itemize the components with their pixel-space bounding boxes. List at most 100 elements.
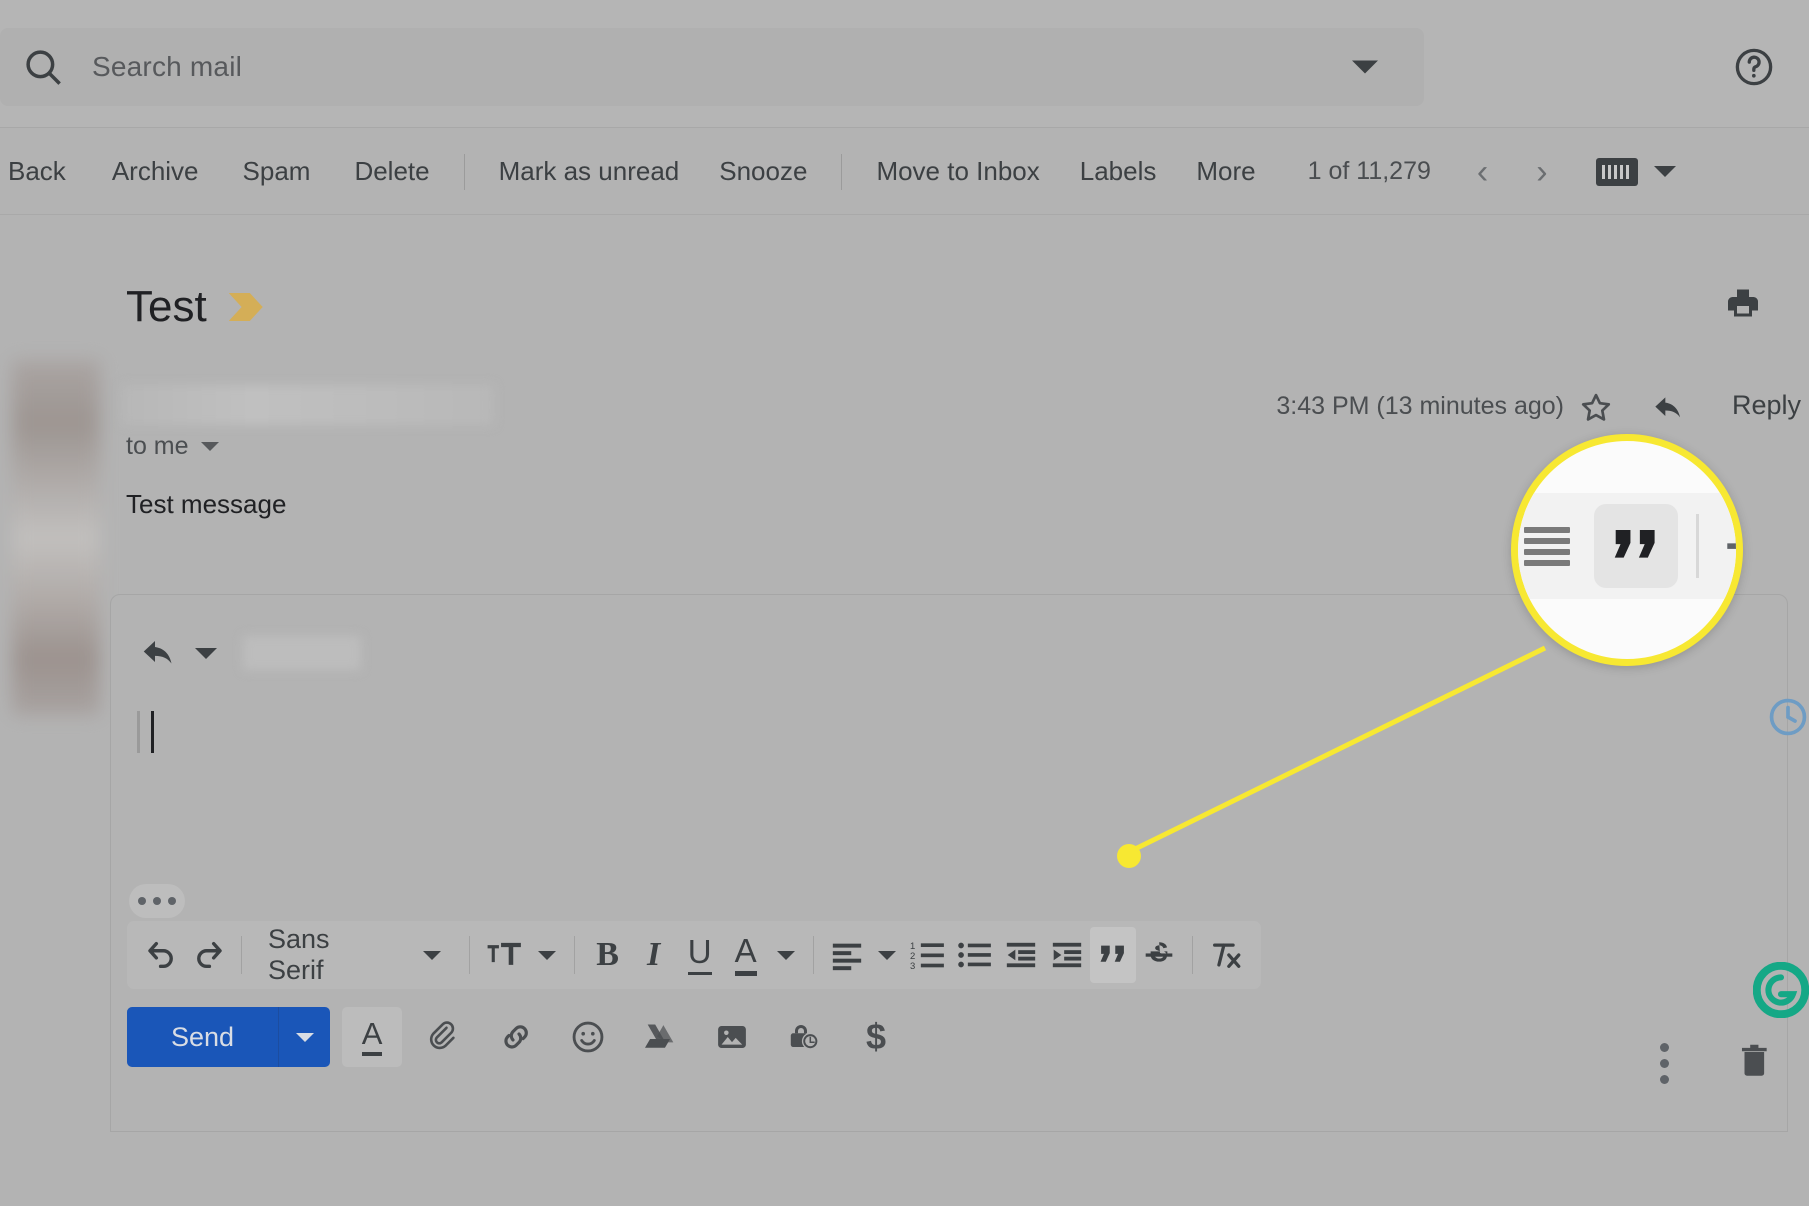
underline-button[interactable]: U (677, 927, 723, 983)
text-color-icon: A (734, 933, 757, 976)
trash-icon[interactable] (1735, 1038, 1773, 1080)
insert-drive-button[interactable] (630, 1007, 690, 1067)
chevron-down-icon (295, 1032, 314, 1042)
move-to-inbox-button[interactable]: Move to Inbox (876, 156, 1039, 187)
strikethrough-icon (1721, 517, 1736, 575)
recipient-label: to me (126, 432, 189, 460)
star-outline-icon[interactable] (1578, 390, 1614, 426)
italic-icon: I (646, 936, 661, 973)
spam-button[interactable]: Spam (243, 156, 311, 187)
keyboard-icon[interactable] (1595, 157, 1638, 186)
chevron-down-icon (537, 950, 556, 960)
search-input[interactable]: Search mail (0, 28, 1424, 106)
chevron-left-icon[interactable]: ‹ (1477, 155, 1488, 189)
snooze-button[interactable]: Snooze (719, 156, 807, 187)
chevron-down-icon[interactable] (195, 647, 217, 659)
font-family-select[interactable]: Sans Serif (252, 924, 405, 985)
ellipsis-dot (168, 897, 176, 905)
grammarly-icon[interactable] (1752, 961, 1809, 1019)
toolbar-divider (812, 936, 814, 974)
blurred-sidebar-region (12, 360, 100, 715)
message-action-toolbar: Back Archive Spam Delete Mark as unread … (0, 129, 1809, 215)
blurred-sender-name (122, 385, 494, 425)
toolbar-divider (1192, 936, 1194, 974)
strikethrough-button[interactable] (1136, 927, 1182, 983)
chevron-down-icon (877, 950, 896, 960)
recipient-expander[interactable]: to me (126, 432, 219, 461)
printer-icon[interactable] (1725, 285, 1761, 321)
delete-button[interactable]: Delete (354, 156, 429, 187)
page-title: Test (126, 282, 207, 331)
reply-button[interactable]: Reply (1732, 390, 1801, 421)
vertical-dots-icon (1660, 1059, 1669, 1068)
text-color-caret[interactable] (769, 927, 803, 983)
vertical-dots-icon (1660, 1075, 1669, 1084)
undo-button[interactable] (139, 927, 185, 983)
underline-icon: U (687, 935, 712, 975)
attach-file-button[interactable] (414, 1007, 474, 1067)
top-search-bar: Search mail (0, 0, 1809, 128)
insert-emoji-button[interactable] (558, 1007, 618, 1067)
insert-money-button[interactable]: $ (846, 1007, 906, 1067)
more-options-button[interactable] (1660, 1043, 1669, 1084)
more-button[interactable]: More (1196, 156, 1255, 187)
important-marker-icon[interactable] (228, 293, 263, 321)
svg-text:3: 3 (910, 961, 915, 972)
show-trimmed-content-button[interactable] (129, 884, 185, 918)
text-color-button[interactable]: A (723, 927, 769, 983)
indent-less-button[interactable] (998, 927, 1044, 983)
ellipsis-dot (153, 897, 161, 905)
clock-icon[interactable] (1767, 696, 1809, 738)
search-placeholder-text: Search mail (92, 51, 243, 82)
reply-arrow-icon[interactable] (1650, 392, 1686, 424)
archive-button[interactable]: Archive (112, 156, 199, 187)
insert-link-button[interactable] (486, 1007, 546, 1067)
quote-button[interactable] (1090, 927, 1137, 983)
callout-anchor-dot (1117, 844, 1141, 868)
quote-icon[interactable] (1594, 504, 1678, 588)
chevron-right-icon[interactable]: › (1536, 155, 1547, 189)
numbered-list-button[interactable]: 1 2 3 (904, 927, 951, 983)
magnified-quote-button-callout (1511, 434, 1743, 666)
toolbar-divider (241, 936, 242, 974)
reply-arrow-icon[interactable] (137, 635, 179, 671)
font-size-button[interactable] (480, 927, 529, 983)
align-justify-icon (1524, 523, 1570, 569)
send-options-button[interactable] (278, 1007, 331, 1067)
mark-as-unread-button[interactable]: Mark as unread (499, 156, 680, 187)
align-button[interactable] (824, 927, 870, 983)
font-family-caret[interactable] (405, 927, 459, 983)
vertical-dots-icon (1660, 1043, 1669, 1052)
send-button[interactable]: Send (127, 1007, 279, 1067)
indent-more-button[interactable] (1044, 927, 1090, 983)
font-size-caret[interactable] (530, 927, 564, 983)
font-family-label: Sans Serif (267, 924, 330, 985)
remove-formatting-button[interactable] (1203, 927, 1249, 983)
chevron-down-icon (776, 950, 795, 960)
insert-photo-button[interactable] (702, 1007, 762, 1067)
back-button[interactable]: Back (8, 156, 66, 187)
gmail-conversation-screen: Search mail Back Archive Spam Delete Mar… (0, 0, 1809, 1206)
toolbar-divider (463, 153, 465, 190)
help-circle-icon[interactable] (1733, 46, 1775, 88)
toolbar-divider (469, 936, 471, 974)
confidential-mode-button[interactable] (774, 1007, 834, 1067)
align-caret[interactable] (870, 927, 904, 983)
bold-button[interactable]: B (585, 927, 631, 983)
labels-button[interactable]: Labels (1080, 156, 1157, 187)
subject-row: Test (126, 282, 263, 332)
chevron-down-icon[interactable] (200, 442, 219, 451)
bulleted-list-button[interactable] (951, 927, 998, 983)
message-timestamp: 3:43 PM (13 minutes ago) (1276, 392, 1564, 420)
italic-button[interactable]: I (631, 927, 677, 983)
toolbar-divider (841, 153, 843, 190)
redo-button[interactable] (185, 927, 231, 983)
dollar-icon: $ (866, 1016, 887, 1057)
chevron-down-icon[interactable] (1352, 60, 1378, 74)
formatting-options-button[interactable]: A (342, 1007, 403, 1067)
text-color-icon: A (361, 1017, 383, 1057)
compose-send-row: Send A $ (127, 1007, 906, 1067)
chevron-down-icon[interactable] (1653, 166, 1676, 177)
compose-mode-row (137, 635, 361, 671)
blurred-recipient-chip (243, 636, 361, 670)
